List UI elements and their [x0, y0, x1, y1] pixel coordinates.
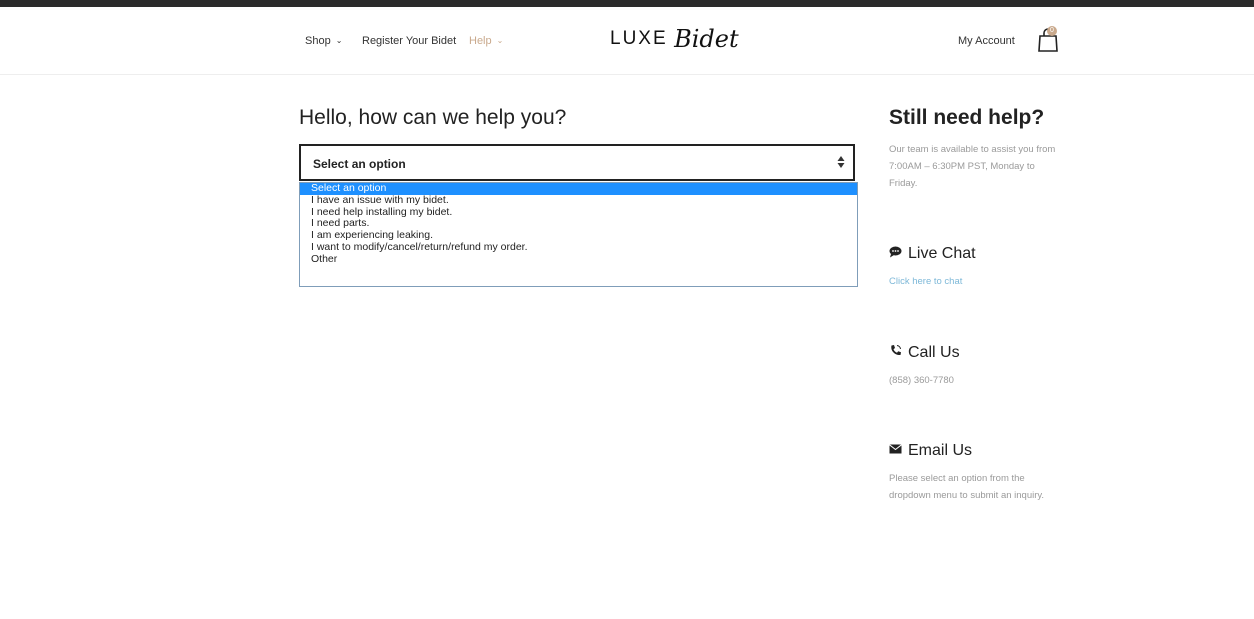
nav-register-bidet[interactable]: Register Your Bidet: [362, 35, 456, 47]
call-us-title: Call Us: [908, 344, 960, 361]
chevron-down-icon: ⌄: [496, 36, 504, 45]
live-chat-heading: Live Chat: [889, 245, 976, 263]
site-header: Shop ⌄ Register Your Bidet Help ⌄ LUXE Bid…: [0, 7, 1254, 75]
chat-link[interactable]: Click here to chat: [889, 276, 962, 287]
dropdown-option[interactable]: I have an issue with my bidet.: [300, 194, 857, 207]
help-topic-select[interactable]: Select an option: [299, 144, 855, 181]
nav-help[interactable]: Help ⌄: [469, 35, 503, 47]
dropdown-option[interactable]: Other: [300, 253, 857, 266]
dropdown-option[interactable]: I want to modify/cancel/return/refund my…: [300, 241, 857, 254]
nav-shop[interactable]: Shop ⌄: [305, 35, 342, 47]
select-arrows-icon: [837, 156, 845, 168]
chat-bubble-icon: [889, 246, 902, 258]
nav-register-label: Register Your Bidet: [362, 35, 457, 47]
live-chat-title: Live Chat: [908, 245, 976, 262]
top-bar: [0, 0, 1254, 7]
select-current-value: Select an option: [313, 157, 406, 171]
chevron-down-icon: ⌄: [335, 36, 343, 45]
nav-shop-label: Shop: [305, 35, 331, 47]
my-account-link[interactable]: My Account: [958, 35, 1015, 47]
phone-icon: [891, 345, 901, 356]
nav-help-label: Help: [469, 35, 492, 47]
email-instructions: Please select an option from the dropdow…: [889, 473, 1045, 501]
email-us-title: Email Us: [908, 442, 973, 459]
dropdown-option[interactable]: I need help installing my bidet.: [300, 206, 857, 219]
page-title: Hello, how can we help you?: [299, 106, 567, 129]
logo-bidet-text: Bidet: [674, 25, 739, 53]
email-us-heading: Email Us: [889, 442, 972, 460]
phone-number[interactable]: (858) 360-7780: [889, 372, 954, 389]
sidebar-title: Still need help?: [889, 106, 1045, 129]
logo-luxe-text: LUXE: [610, 28, 668, 49]
cart-count-badge: 0: [1047, 26, 1057, 36]
availability-text: Our team is available to assist you from…: [889, 144, 1056, 189]
select-dropdown-list: Select an option I have an issue with my…: [299, 182, 858, 287]
envelope-icon: [889, 444, 902, 454]
logo[interactable]: LUXE Bidet: [610, 25, 739, 55]
call-us-heading: Call Us: [889, 344, 960, 362]
